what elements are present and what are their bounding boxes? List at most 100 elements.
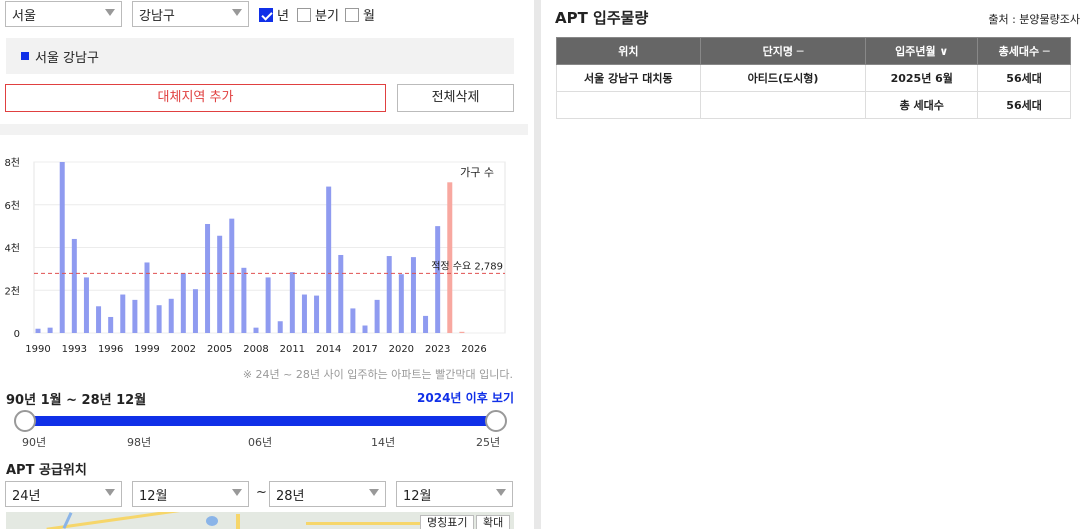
range-tick-label: 25년 [476,436,501,449]
section-divider [0,124,528,135]
from-year-value: 24년 [12,489,41,504]
bar [253,327,259,333]
bar [423,315,429,333]
supply-chart: 0 2천 4천 6천 8천 1990 1993 1996 1999 2002 2005 2008 201… [0,150,528,360]
checkbox-unchecked-icon [345,7,359,22]
bar [83,277,89,333]
column-header-complex[interactable]: 단지명 ─ [699,37,867,65]
from-month-value: 12월 [139,489,168,504]
bar [217,235,223,333]
cell-move-in: 2025년 6월 [865,64,979,92]
to-month-select[interactable]: 12월 [396,481,513,507]
add-region-button[interactable]: 대체지역 추가 [5,84,386,112]
map-label-toggle-button[interactable]: 명칭표기 [420,515,475,529]
map-zoom-in-button[interactable]: 확대 [476,515,511,529]
range-title: 90년 1월 ~ 28년 12월 [6,393,147,408]
period-year-checkbox[interactable]: 년 [259,5,289,24]
bar [435,226,441,333]
y-tick-label: 2천 [4,285,20,297]
x-tick-label: 2011 [280,344,305,355]
range-end-handle[interactable] [485,410,507,432]
bar [241,267,247,333]
period-month-checkbox[interactable]: 월 [345,5,375,24]
bar [47,327,53,333]
chart-legend: 가구 수 [460,166,494,179]
apt-supply-title: APT 입주물량 [555,9,649,27]
bar [447,182,453,333]
supply-chart-svg: 0 2천 4천 6천 8천 1990 1993 1996 1999 2002 2005 2008 201… [4,157,506,355]
column-header-location[interactable]: 위치 [556,37,701,65]
district-select[interactable]: 강남구 [132,1,249,27]
bar [35,328,41,333]
column-header-households[interactable]: 총세대수 ─ [977,37,1071,65]
bar [289,272,295,333]
y-tick-label: 0 [14,329,20,340]
y-tick-label: 8천 [4,157,20,169]
city-select[interactable]: 서울 [5,1,122,27]
bar [314,295,320,333]
to-month-value: 12월 [403,489,432,504]
view-after-2024-link[interactable]: 2024년 이후 보기 [417,389,514,406]
range-tick-label: 98년 [127,436,152,449]
y-tick-label: 6천 [4,200,20,212]
from-year-select[interactable]: 24년 [5,481,122,507]
x-tick-label: 2005 [207,344,232,355]
x-tick-label: 2026 [461,344,486,355]
delete-all-button[interactable]: 전체삭제 [397,84,514,112]
chevron-down-icon [369,489,379,496]
city-select-value: 서울 [12,9,36,24]
left-panel: 서울 강남구 년 분기 월 서울 강남구 대체지역 추가 전체삭제 0 2천 4천 6… [0,0,528,529]
bar [265,277,271,333]
bar [192,289,198,333]
y-tick-label: 4천 [4,243,20,255]
bar [277,321,283,333]
x-tick-label: 2014 [316,344,341,355]
checkbox-checked-icon [259,7,273,22]
period-year-label: 년 [277,9,289,24]
chevron-down-icon [105,489,115,496]
x-tick-label: 2008 [243,344,268,355]
column-header-move-in[interactable]: 입주년월 ∨ [865,37,979,65]
table-header-row: 위치 단지명 ─ 입주년월 ∨ 총세대수 ─ [556,37,1071,65]
bar [71,238,77,333]
range-tick-label: 06년 [248,436,273,449]
right-panel: APT 입주물량 출처 : 분양물량조사 위치 단지명 ─ 입주년월 ∨ 총세대… [541,0,1080,529]
cell-empty [556,91,701,119]
period-quarter-checkbox[interactable]: 분기 [297,5,339,24]
bar [120,294,126,333]
year-range-slider-track[interactable] [25,416,496,426]
x-tick-label: 1990 [25,344,50,355]
cell-complex: 아티드(도시형) [699,64,867,92]
to-year-select[interactable]: 28년 [269,481,386,507]
x-tick-label: 2020 [389,344,414,355]
from-month-select[interactable]: 12월 [132,481,249,507]
cell-households: 56세대 [977,64,1071,92]
bar [398,274,404,333]
x-tick-label: 2023 [425,344,450,355]
x-tick-label: 1996 [98,344,123,355]
range-tick-label: 90년 [22,436,47,449]
chevron-down-icon [232,489,242,496]
table-total-row: 총 세대수 56세대 [556,91,1071,119]
bar [229,218,235,333]
panel-divider[interactable] [534,0,541,529]
bar [205,223,211,333]
bar [374,299,380,333]
source-label: 출처 : 분양물량조사 [988,13,1080,26]
reference-line-label: 적정 수요 2,789 [431,260,503,272]
bar [301,294,307,333]
range-start-handle[interactable] [14,410,36,432]
to-year-value: 28년 [276,489,305,504]
region-color-square-icon [21,52,29,60]
period-quarter-label: 분기 [315,9,339,24]
x-tick-label: 2017 [352,344,377,355]
x-tick-label: 1999 [134,344,159,355]
bar [386,256,392,333]
chevron-down-icon [496,489,506,496]
district-select-value: 강남구 [139,9,175,24]
x-tick-label: 2002 [171,344,196,355]
table-row[interactable]: 서울 강남구 대치동 아티드(도시형) 2025년 6월 56세대 [556,64,1071,92]
bar [350,308,356,333]
apt-supply-table: 위치 단지명 ─ 입주년월 ∨ 총세대수 ─ 서울 강남구 대치동 아티드(도시… [556,37,1071,119]
bar [362,325,368,333]
